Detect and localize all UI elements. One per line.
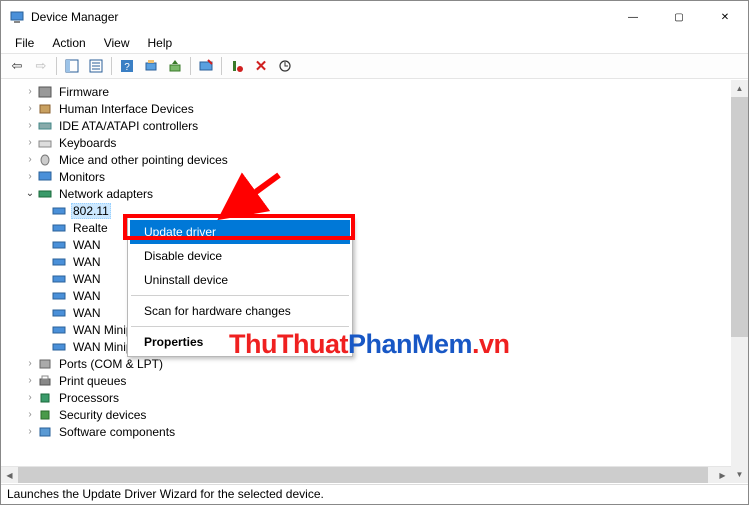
properties-button[interactable]	[84, 55, 108, 77]
firmware-icon	[37, 85, 53, 99]
menu-action[interactable]: Action	[44, 34, 93, 52]
context-menu: Update driver Disable device Uninstall d…	[127, 217, 353, 357]
disable-device-button[interactable]	[194, 55, 218, 77]
ide-icon	[37, 119, 53, 133]
cm-scan-hardware[interactable]: Scan for hardware changes	[130, 299, 350, 323]
tree-node-mice[interactable]: ›Mice and other pointing devices	[9, 151, 748, 168]
tree-node-adapter-realtek[interactable]: Realte	[9, 219, 748, 236]
scroll-down-button[interactable]: ▼	[731, 466, 748, 483]
forward-button[interactable]: ⇨	[29, 55, 53, 77]
update-driver-button[interactable]	[163, 55, 187, 77]
tree-node-print-queues[interactable]: ›Print queues	[9, 372, 748, 389]
adapter-icon	[51, 272, 67, 286]
adapter-icon	[51, 238, 67, 252]
adapter-icon	[51, 289, 67, 303]
tree-node-network-adapters[interactable]: ⌄Network adapters	[9, 185, 748, 202]
window-title: Device Manager	[31, 10, 118, 24]
ports-icon	[37, 357, 53, 371]
svg-text:?: ?	[124, 62, 130, 73]
tree-node-ports[interactable]: ›Ports (COM & LPT)	[9, 355, 748, 372]
vertical-scrollbar[interactable]: ▲ ▼	[731, 80, 748, 483]
statusbar: Launches the Update Driver Wizard for th…	[1, 484, 748, 504]
tree-node-adapter-wan[interactable]: WAN	[9, 270, 748, 287]
menu-view[interactable]: View	[96, 34, 138, 52]
cm-disable-device[interactable]: Disable device	[130, 244, 350, 268]
tree-node-adapter-wan[interactable]: WAN	[9, 304, 748, 321]
tree-node-security[interactable]: ›Security devices	[9, 406, 748, 423]
scroll-thumb[interactable]	[731, 97, 748, 337]
adapter-icon	[51, 340, 67, 354]
horizontal-scrollbar[interactable]: ◀ ▶	[1, 466, 731, 483]
tree-node-monitors[interactable]: ›Monitors	[9, 168, 748, 185]
cpu-icon	[37, 391, 53, 405]
software-icon	[37, 425, 53, 439]
tree-node-adapter-80211[interactable]: 802.11	[9, 202, 748, 219]
tree-node-firmware[interactable]: ›Firmware	[9, 83, 748, 100]
tree-node-adapter-wan[interactable]: WAN	[9, 287, 748, 304]
menu-help[interactable]: Help	[140, 34, 181, 52]
adapter-icon	[51, 323, 67, 337]
menu-file[interactable]: File	[7, 34, 42, 52]
cm-uninstall-device[interactable]: Uninstall device	[130, 268, 350, 292]
titlebar: Device Manager — ▢ ✕	[1, 1, 748, 33]
adapter-icon	[51, 306, 67, 320]
device-tree: ›Firmware ›Human Interface Devices ›IDE …	[1, 79, 748, 471]
keyboard-icon	[37, 136, 53, 150]
cm-separator	[131, 326, 349, 327]
monitor-icon	[37, 170, 53, 184]
network-icon	[37, 187, 53, 201]
maximize-button[interactable]: ▢	[656, 1, 702, 33]
tree-node-adapter-wan[interactable]: WAN	[9, 253, 748, 270]
toolbar: ⇦ ⇨ ? ✕	[1, 53, 748, 79]
tree-node-processors[interactable]: ›Processors	[9, 389, 748, 406]
tree-node-software[interactable]: ›Software components	[9, 423, 748, 440]
cm-update-driver[interactable]: Update driver	[130, 220, 350, 244]
scan-hardware-button[interactable]	[139, 55, 163, 77]
security-icon	[37, 408, 53, 422]
scroll-left-button[interactable]: ◀	[1, 467, 18, 483]
app-icon	[9, 9, 25, 25]
hscroll-thumb[interactable]	[18, 467, 708, 483]
tree-node-adapter-wan[interactable]: WAN	[9, 236, 748, 253]
uninstall-device-button[interactable]	[225, 55, 249, 77]
tree-node-ide[interactable]: ›IDE ATA/ATAPI controllers	[9, 117, 748, 134]
scroll-up-button[interactable]: ▲	[731, 80, 748, 97]
cm-separator	[131, 295, 349, 296]
show-hide-tree-button[interactable]	[60, 55, 84, 77]
adapter-icon	[51, 204, 67, 218]
back-button[interactable]: ⇦	[5, 55, 29, 77]
scroll-right-button[interactable]: ▶	[714, 467, 731, 483]
mouse-icon	[37, 153, 53, 167]
hid-icon	[37, 102, 53, 116]
adapter-icon	[51, 221, 67, 235]
tree-node-adapter-wan-pptp[interactable]: WAN Miniport (PPTP)	[9, 321, 748, 338]
adapter-icon	[51, 255, 67, 269]
refresh-button[interactable]	[273, 55, 297, 77]
tree-node-keyboards[interactable]: ›Keyboards	[9, 134, 748, 151]
tree-node-adapter-wan-sstp[interactable]: WAN Miniport (SSTP)	[9, 338, 748, 355]
printer-icon	[37, 374, 53, 388]
close-button[interactable]: ✕	[702, 1, 748, 33]
help-button[interactable]: ?	[115, 55, 139, 77]
cm-properties[interactable]: Properties	[130, 330, 350, 354]
menubar: File Action View Help	[1, 33, 748, 53]
minimize-button[interactable]: —	[610, 1, 656, 33]
delete-button[interactable]: ✕	[249, 55, 273, 77]
tree-node-hid[interactable]: ›Human Interface Devices	[9, 100, 748, 117]
